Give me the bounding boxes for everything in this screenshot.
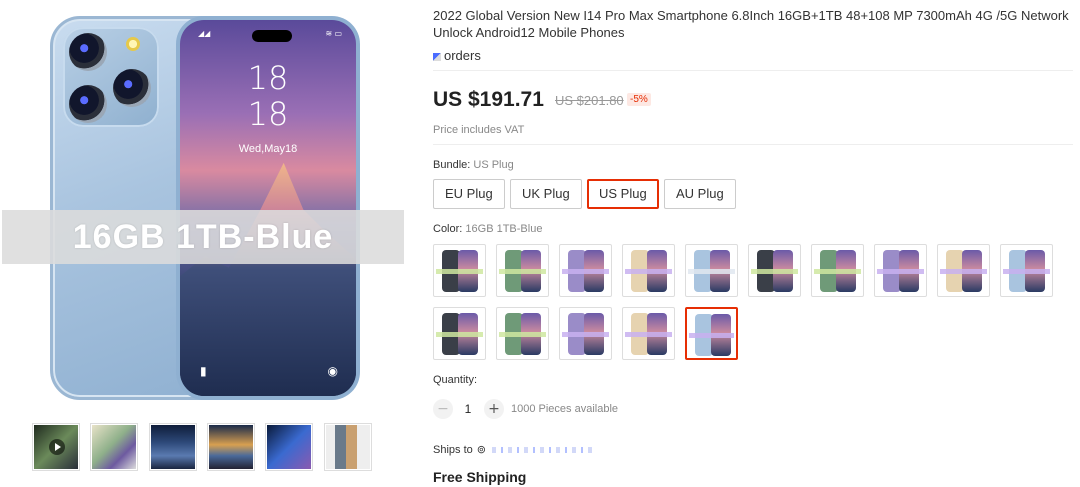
camera-icon: ◉: [327, 364, 338, 378]
orders-label: orders: [444, 48, 481, 63]
color-swatch[interactable]: [685, 244, 738, 297]
color-label-text: Color:: [433, 223, 463, 235]
swatch-variant-band: [562, 269, 609, 274]
phone-front-image: ◢◢ ≋ ▭ 18 18 Wed,May18 ▮ ◉: [176, 16, 360, 400]
color-swatch[interactable]: [811, 244, 864, 297]
quantity-decrease-button[interactable]: −: [433, 399, 453, 419]
bundle-label-text: Bundle:: [433, 159, 471, 171]
location-pin-icon: ⊚: [476, 444, 486, 456]
bundle-option-uk-plug[interactable]: UK Plug: [510, 179, 582, 209]
swatch-variant-band: [814, 269, 861, 274]
orders-count: orders: [433, 48, 481, 63]
camera-lens-icon: [69, 33, 107, 71]
bundle-option-eu-plug[interactable]: EU Plug: [433, 179, 505, 209]
color-swatch[interactable]: [685, 307, 738, 360]
dynamic-island: [252, 30, 292, 42]
available-stock: 1000 Pieces available: [511, 403, 619, 415]
swatch-variant-band: [562, 332, 609, 337]
ships-to[interactable]: Ships to ⊚: [433, 443, 592, 456]
swatch-variant-band: [625, 332, 672, 337]
wallpaper-mountain: [180, 162, 356, 396]
current-price: US $191.71: [433, 88, 544, 111]
ships-to-label: Ships to: [433, 444, 473, 456]
swatch-variant-band: [436, 269, 483, 274]
product-title: 2022 Global Version New I14 Pro Max Smar…: [433, 8, 1069, 40]
swatch-variant-band: [625, 269, 672, 274]
variant-banner: 16GB 1TB-Blue: [2, 210, 404, 264]
thumbnail-video[interactable]: [32, 423, 80, 471]
swatch-variant-band: [688, 269, 735, 274]
quantity-label: Quantity:: [433, 374, 478, 386]
color-swatch[interactable]: [496, 307, 549, 360]
swatch-variant-band: [940, 269, 987, 274]
flashlight-icon: ▮: [200, 364, 207, 378]
divider: [433, 70, 1073, 71]
color-swatch[interactable]: [433, 307, 486, 360]
bundle-selected-value: US Plug: [473, 159, 514, 171]
color-selected-value: 16GB 1TB-Blue: [465, 223, 543, 235]
color-swatch[interactable]: [559, 307, 612, 360]
play-icon: [49, 439, 65, 455]
ships-to-destination[interactable]: [491, 447, 592, 454]
flash-icon: [126, 37, 140, 51]
signal-icon: ◢◢: [198, 29, 211, 38]
color-swatch[interactable]: [622, 307, 675, 360]
color-swatch[interactable]: [937, 244, 990, 297]
phone-screen: ◢◢ ≋ ▭ 18 18 Wed,May18 ▮ ◉: [180, 20, 356, 396]
color-swatch[interactable]: [559, 244, 612, 297]
thumbnail-features[interactable]: [207, 423, 255, 471]
divider: [433, 144, 1073, 145]
camera-module: [63, 27, 159, 127]
swatch-variant-band: [499, 332, 546, 337]
lock-screen-hour: 18: [247, 59, 289, 97]
color-swatch[interactable]: [622, 244, 675, 297]
main-product-image[interactable]: ◢◢ ≋ ▭ 18 18 Wed,May18 ▮ ◉ 16GB 1TB-Blue: [0, 0, 410, 415]
quantity-increase-button[interactable]: +: [484, 399, 504, 419]
thumbnail-box[interactable]: [324, 423, 372, 471]
color-swatch[interactable]: [1000, 244, 1053, 297]
color-swatch[interactable]: [433, 244, 486, 297]
swatch-variant-band: [751, 269, 798, 274]
camera-lens-icon: [113, 69, 151, 107]
color-swatch[interactable]: [496, 244, 549, 297]
discount-badge: -5%: [627, 93, 651, 106]
camera-lens-icon: [69, 85, 107, 123]
swatch-variant-band: [877, 269, 924, 274]
quantity-value[interactable]: 1: [460, 402, 476, 416]
thumbnail-configuration[interactable]: [149, 423, 197, 471]
lock-screen-minute: 18: [247, 95, 289, 133]
swatch-variant-band: [436, 332, 483, 337]
thumbnail-camera[interactable]: [265, 423, 313, 471]
color-swatch[interactable]: [748, 244, 801, 297]
bundle-option-us-plug[interactable]: US Plug: [587, 179, 659, 209]
vat-note: Price includes VAT: [433, 124, 525, 136]
bundle-option-au-plug[interactable]: AU Plug: [664, 179, 736, 209]
swatch-variant-band: [499, 269, 546, 274]
original-price: US $201.80: [555, 93, 624, 108]
color-swatch[interactable]: [874, 244, 927, 297]
color-label: Color: 16GB 1TB-Blue: [433, 223, 542, 235]
free-shipping: Free Shipping: [433, 469, 527, 485]
bundle-label: Bundle: US Plug: [433, 159, 514, 171]
thumbnail-green-phone[interactable]: [90, 423, 138, 471]
lock-screen-date: Wed,May18: [238, 143, 298, 155]
orders-icon: [433, 52, 441, 61]
swatch-variant-band: [689, 333, 734, 338]
swatch-variant-band: [1003, 269, 1050, 274]
battery-icon: ≋ ▭: [325, 29, 342, 38]
